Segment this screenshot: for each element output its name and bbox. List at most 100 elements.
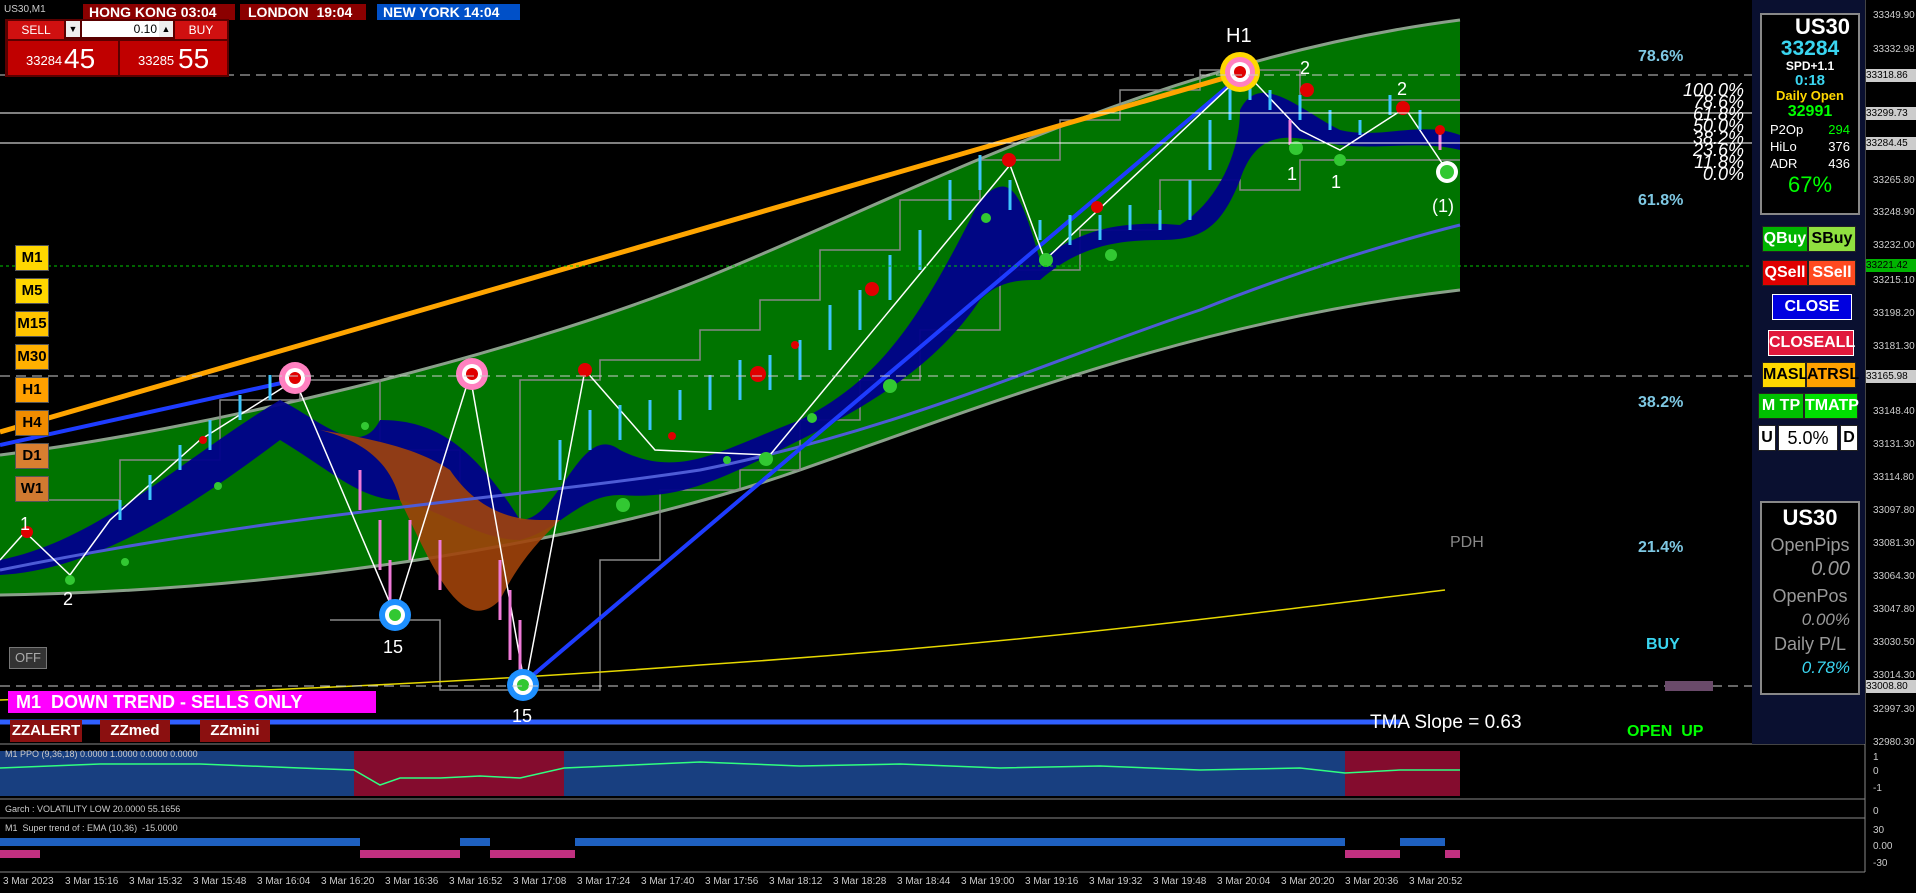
price-box-6: 33008.80	[1866, 680, 1916, 693]
info-symbol: US30	[1794, 14, 1850, 39]
price-axis-label: 33349.90	[1873, 10, 1915, 21]
price-axis-label: 33081.30	[1873, 538, 1915, 549]
sell-button[interactable]: SELL	[8, 21, 64, 39]
garch-indicator-label: Garch : VOLATILITY LOW 20.0000 55.1656	[5, 804, 181, 814]
price-axis-label: 33215.10	[1873, 275, 1915, 286]
price-axis-label: -1	[1873, 783, 1882, 794]
buy-price[interactable]: 33285 55	[120, 41, 227, 75]
open-up-label: OPEN UP	[1627, 723, 1704, 740]
svg-text:1: 1	[20, 514, 30, 534]
time-axis-label: 3 Mar 19:16	[1025, 876, 1079, 887]
fib-stack: 100.0% 78.6% 61.8% 50.0% 38.2% 23.6% 11.8% 0.0%	[1682, 80, 1744, 184]
atrsl-button[interactable]: ATRSL	[1806, 362, 1859, 388]
time-axis-label: 3 Mar 16:20	[321, 876, 375, 887]
time-axis-label: 3 Mar 18:44	[897, 876, 951, 887]
time-axis-label: 3 Mar 17:08	[513, 876, 567, 887]
tf-h4-button[interactable]: H4	[15, 410, 49, 436]
masl-button[interactable]: MASL	[1762, 362, 1808, 388]
time-axis-label: 3 Mar 18:28	[833, 876, 887, 887]
tmatp-button[interactable]: TMATP	[1804, 393, 1859, 419]
tf-m15-button[interactable]: M15	[15, 311, 49, 337]
time-axis-label: 3 Mar 2023	[3, 876, 54, 887]
tf-h1-button[interactable]: H1	[15, 377, 49, 403]
price-axis-label: 33198.20	[1873, 308, 1915, 319]
closeall-button[interactable]: CLOSEALL	[1768, 330, 1855, 356]
close-button[interactable]: CLOSE	[1772, 294, 1852, 320]
info-spread: SPD+1.1	[1785, 59, 1835, 73]
daily-pl-label: Daily P/L	[1773, 634, 1847, 654]
price-axis-label: 33248.90	[1873, 207, 1915, 218]
time-axis-label: 3 Mar 15:48	[193, 876, 247, 887]
qsell-button[interactable]: QSell	[1762, 260, 1808, 286]
lot-increase-button[interactable]: ▲	[159, 21, 173, 37]
risk-up-button[interactable]: U	[1758, 425, 1776, 451]
yellow-ma	[0, 589, 1446, 701]
svg-text:2: 2	[1397, 79, 1407, 99]
pos-symbol: US30	[1782, 505, 1838, 530]
time-axis-label: 3 Mar 16:04	[257, 876, 311, 887]
tma-slope-label: TMA Slope = 0.63	[1370, 712, 1522, 733]
daily-pl-value: 0.78%	[1801, 658, 1850, 677]
fib-label-38: 38.2%	[1638, 394, 1684, 411]
risk-down-button[interactable]: D	[1840, 425, 1858, 451]
qbuy-button[interactable]: QBuy	[1762, 226, 1808, 252]
zz-label-h1: H1	[1226, 25, 1252, 47]
session-london: LONDON 19:04	[240, 4, 366, 20]
price-axis-label: 33148.40	[1873, 406, 1915, 417]
time-axis-label: 3 Mar 17:56	[705, 876, 759, 887]
price-axis-label: 33265.80	[1873, 175, 1915, 186]
info-timer: 0:18	[1794, 72, 1826, 89]
sell-price[interactable]: 33284 45	[8, 41, 118, 75]
open-pips-value: 0.00	[1811, 558, 1850, 580]
svg-text:1: 1	[1287, 164, 1297, 184]
lot-decrease-button[interactable]: ▼	[66, 21, 80, 37]
price-axis-label: 33232.00	[1873, 240, 1915, 251]
time-axis-label: 3 Mar 20:36	[1345, 876, 1399, 887]
window-title: US30,M1	[4, 4, 46, 15]
fib-label-78: 78.6%	[1638, 48, 1684, 65]
tf-m1-button[interactable]: M1	[15, 245, 49, 271]
info-daily-open: 32991	[1787, 103, 1833, 120]
off-button[interactable]: OFF	[9, 647, 47, 669]
time-axis-label: 3 Mar 19:48	[1153, 876, 1207, 887]
price-box-5: 33165.98	[1866, 370, 1916, 383]
price-box-4: 33221.42	[1866, 259, 1916, 272]
price-axis-label: 30	[1873, 825, 1885, 836]
price-axis-label: 0	[1873, 806, 1879, 817]
svg-text:15: 15	[512, 706, 532, 726]
price-box-2: 33299.73	[1866, 107, 1916, 120]
tf-m5-button[interactable]: M5	[15, 278, 49, 304]
price-chart[interactable]: H1 2 2 1 1 (1) 1 2 15 15	[0, 0, 1916, 893]
lot-input[interactable]: 0.10	[82, 21, 159, 37]
tf-m30-button[interactable]: M30	[15, 344, 49, 370]
time-axis-label: 3 Mar 20:04	[1217, 876, 1271, 887]
zzmed-button[interactable]: ZZmed	[100, 720, 170, 742]
price-box-1: 33318.86	[1866, 69, 1916, 82]
trend-banner: M1 DOWN TREND - SELLS ONLY	[8, 691, 376, 713]
supertrend-indicator-label: M1 Super trend of : EMA (10,36) -15.0000	[5, 823, 178, 833]
risk-input[interactable]: 5.0%	[1778, 425, 1838, 451]
fib-label-61: 61.8%	[1638, 192, 1684, 209]
pdh-label: PDH	[1450, 534, 1484, 551]
price-axis-label: -30	[1873, 858, 1888, 869]
time-axis-label: 3 Mar 16:36	[385, 876, 439, 887]
info-panel: US30 33284 SPD+1.1 0:18 Daily Open 32991…	[1760, 13, 1860, 215]
ppo-indicator-label: M1 PPO (9,36,18) 0.0000 1.0000 0.0000 0.…	[5, 749, 198, 759]
zzmini-button[interactable]: ZZmini	[200, 720, 270, 742]
open-pips-label: OpenPips	[1770, 535, 1850, 555]
ssell-button[interactable]: SSell	[1808, 260, 1856, 286]
price-axis-label: 33030.50	[1873, 637, 1915, 648]
sbuy-button[interactable]: SBuy	[1808, 226, 1856, 252]
buy-button[interactable]: BUY	[175, 21, 227, 39]
price-axis-label: 33114.80	[1873, 472, 1914, 483]
mtp-button[interactable]: M TP	[1758, 393, 1804, 419]
svg-text:1: 1	[1331, 172, 1341, 192]
info-percent: 67%	[1787, 172, 1833, 197]
fib-label-21: 21.4%	[1638, 539, 1684, 556]
price-axis-label: 33064.30	[1873, 571, 1915, 582]
svg-text:2: 2	[63, 589, 73, 609]
tf-d1-button[interactable]: D1	[15, 443, 49, 469]
tf-w1-button[interactable]: W1	[15, 476, 49, 502]
position-panel: US30 OpenPips 0.00 OpenPos 0.00% Daily P…	[1760, 501, 1860, 695]
zzalert-button[interactable]: ZZALERT	[10, 720, 82, 742]
